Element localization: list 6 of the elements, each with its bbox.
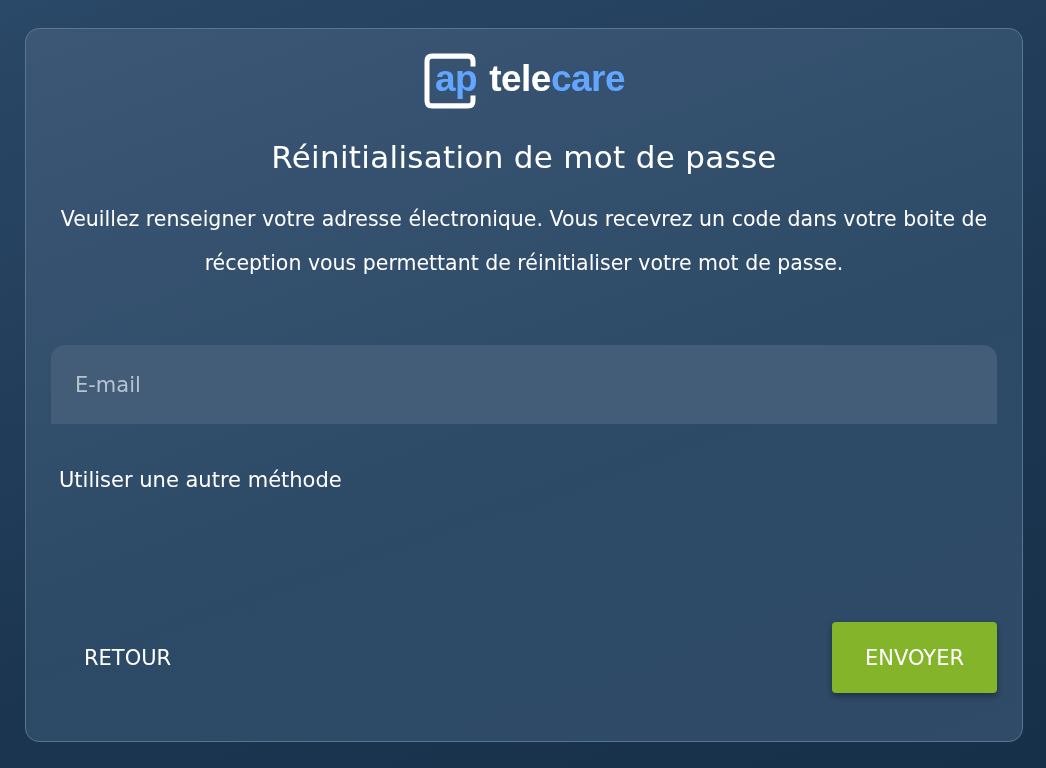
back-button[interactable]: RETOUR <box>51 622 205 693</box>
other-method-link[interactable]: Utiliser une autre méthode <box>59 468 342 492</box>
page-title: Réinitialisation de mot de passe <box>271 139 777 175</box>
instructions-text: Veuillez renseigner votre adresse électronique. Vous recevrez un code dans votre boite de réception vous permettant de réinitialiser votre mot de passe. <box>59 206 989 277</box>
email-field[interactable]: E-mail <box>51 345 997 424</box>
logo: ap telecare <box>422 49 626 109</box>
